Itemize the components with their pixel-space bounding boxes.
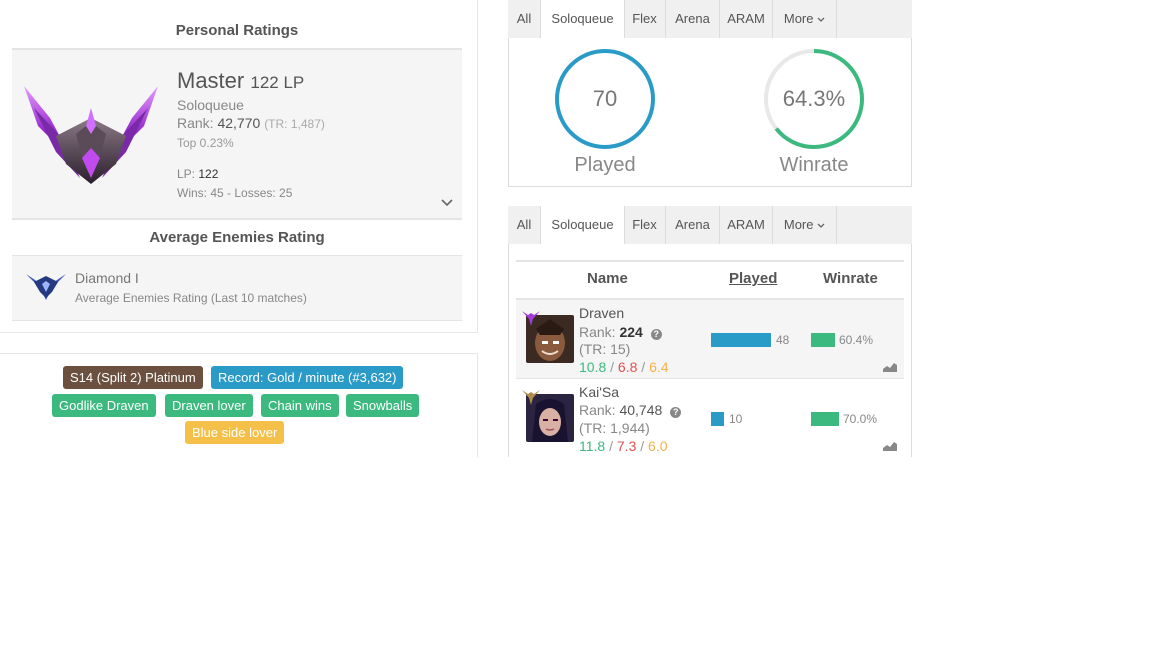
deaths: 6.8 [617, 359, 638, 375]
trend-chart-icon[interactable] [883, 441, 897, 451]
rank-value: 224 [619, 324, 643, 340]
tag-2: Godlike Draven [52, 394, 156, 417]
rank-label: Rank: [177, 115, 214, 131]
tab-more-label: More [783, 217, 814, 232]
trend-chart-icon[interactable] [883, 362, 897, 372]
champion-rank: Rank: 40,748 ? [579, 402, 682, 418]
tab-arena[interactable]: Arena [666, 206, 720, 244]
lp-line-label: LP: [177, 167, 196, 181]
winrate-value: 64.3% [782, 86, 846, 111]
tab-all[interactable]: All [508, 206, 541, 244]
rank-title: Master 122 LP [177, 68, 304, 94]
master-rank-badge-icon [522, 311, 540, 326]
tag-0: S14 (Split 2) Platinum [63, 366, 203, 389]
col-name-header: Name [587, 270, 628, 287]
help-icon[interactable]: ? [670, 407, 682, 418]
kills: 11.8 [579, 438, 606, 454]
champion-name[interactable]: Kai'Sa [579, 384, 619, 400]
tab-more[interactable]: More [773, 206, 837, 244]
average-enemies-header: Average Enemies Rating [12, 219, 462, 257]
enemy-subtitle: Average Enemies Rating (Last 10 matches) [75, 291, 307, 305]
lp-line: LP: 122 [177, 167, 218, 181]
kills: 10.8 [579, 359, 607, 375]
winrate-percent: 60.4% [839, 333, 874, 347]
champion-rank: Rank: 224 ? [579, 324, 662, 340]
tier-lp: 122 LP [250, 73, 305, 92]
champion-name[interactable]: Draven [579, 305, 624, 321]
chevron-down-icon[interactable] [441, 198, 453, 208]
enemy-tier: Diamond I [75, 270, 139, 286]
tab-all[interactable]: All [508, 0, 541, 38]
tab-soloqueue[interactable]: Soloqueue [540, 0, 625, 38]
tag-6: Blue side lover [185, 421, 285, 444]
rank-value: 40,748 [619, 402, 663, 418]
champion-kda: 11.8 / 7.3 / 6.0 [579, 438, 668, 454]
tab-flex[interactable]: Flex [624, 206, 666, 244]
champion-tr: (TR: 15) [579, 341, 631, 357]
col-played-header[interactable]: Played [729, 270, 777, 287]
personal-ratings-header: Personal Ratings [12, 12, 462, 50]
table-top-border [516, 260, 904, 262]
played-value: 70 [592, 86, 618, 111]
assists: 6.4 [649, 359, 669, 375]
chevron-down-icon [817, 17, 825, 22]
winrate-label: Winrate [779, 154, 849, 176]
tag-4: Chain wins [261, 394, 339, 417]
chevron-down-icon [817, 223, 825, 228]
deaths: 7.3 [616, 438, 637, 454]
tab-aram[interactable]: ARAM [720, 206, 773, 244]
gold-rank-badge-icon [522, 390, 540, 405]
queue-tabs-top: All Soloqueue Flex Arena ARAM More [508, 0, 912, 38]
tab-more[interactable]: More [773, 0, 837, 38]
tr-value: (TR: 1,487) [264, 117, 325, 131]
tag-1: Record: Gold / minute (#3,632) [211, 366, 404, 389]
rank-value: 42,770 [217, 115, 261, 131]
help-icon[interactable]: ? [650, 329, 662, 340]
master-emblem-icon [24, 86, 158, 184]
queue-name: Soloqueue [177, 97, 244, 113]
played-count: 10 [729, 412, 743, 426]
wins-losses: Wins: 45 - Losses: 25 [177, 186, 293, 200]
winrate-bar [811, 412, 839, 426]
top-percent: Top 0.23% [177, 136, 234, 150]
tab-arena[interactable]: Arena [666, 0, 720, 38]
tag-3: Draven lover [165, 394, 253, 417]
rank-line: Rank: 42,770 (TR: 1,487) [177, 115, 325, 131]
tab-soloqueue[interactable]: Soloqueue [540, 206, 625, 244]
diamond-emblem-icon [26, 274, 66, 300]
tier-name: Master [177, 68, 245, 93]
col-winrate-header[interactable]: Winrate [823, 270, 878, 287]
queue-tabs-bottom: All Soloqueue Flex Arena ARAM More [508, 206, 912, 244]
rank-label: Rank: [579, 324, 616, 340]
tab-more-label: More [783, 11, 814, 26]
champion-kda: 10.8 / 6.8 / 6.4 [579, 359, 669, 375]
played-bar [711, 333, 771, 347]
played-bar [711, 412, 724, 426]
assists: 6.0 [648, 438, 668, 454]
played-count: 48 [776, 333, 790, 347]
tab-aram[interactable]: ARAM [720, 0, 773, 38]
played-label: Played [574, 154, 636, 176]
winrate-bar [811, 333, 835, 347]
lp-line-value: 122 [198, 167, 219, 181]
enemies-rating-card [12, 256, 462, 321]
tag-5: Snowballs [346, 394, 420, 417]
winrate-percent: 70.0% [843, 412, 878, 426]
champion-tr: (TR: 1,944) [579, 420, 650, 436]
tab-flex[interactable]: Flex [624, 0, 666, 38]
rank-label: Rank: [579, 402, 616, 418]
